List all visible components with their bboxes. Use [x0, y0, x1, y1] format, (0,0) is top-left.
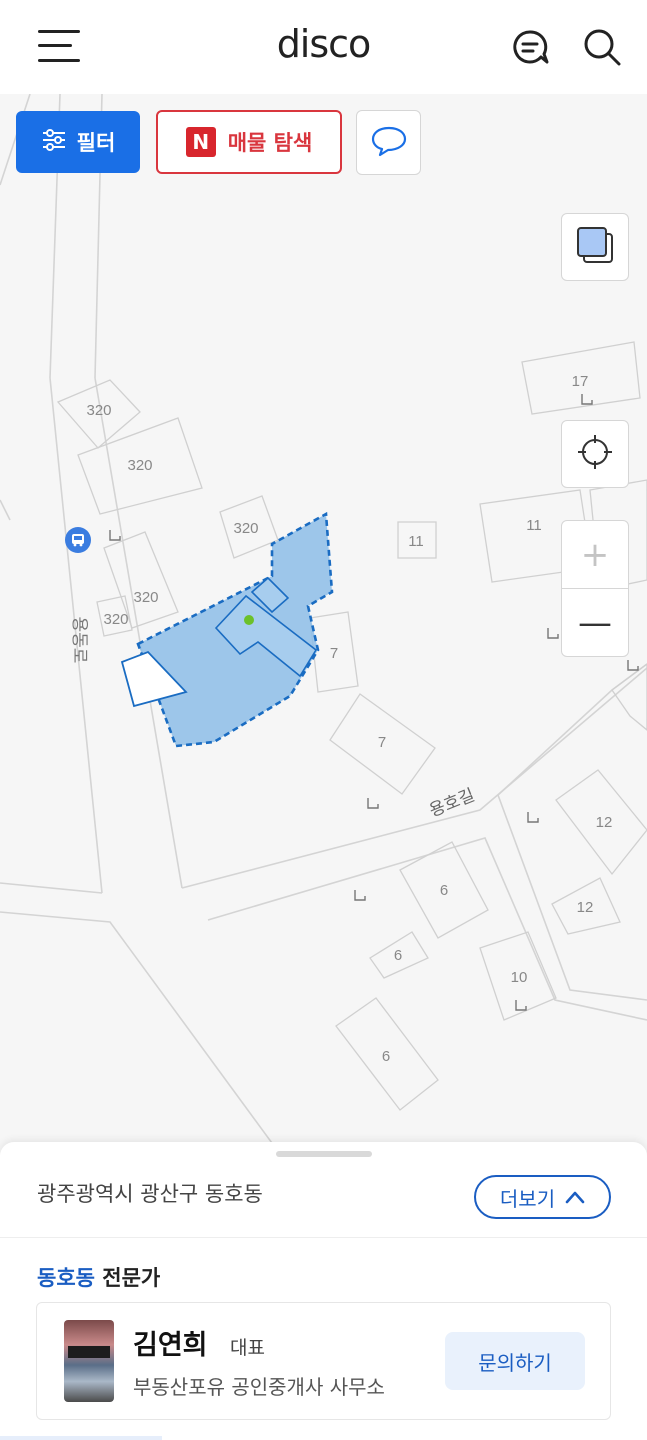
agent-office: 부동산포유 공인중개사 사무소 [133, 1375, 385, 1399]
section-title-rest: 전문가 [94, 1266, 161, 1290]
section-title: 동호동 전문가 [37, 1262, 160, 1292]
road-label-vertical: 용동로 [70, 617, 89, 664]
new-badge: N [185, 127, 216, 157]
lot-number: 320 [233, 520, 258, 537]
lot-number: 320 [127, 457, 152, 474]
zoom-out-button[interactable]: — [562, 589, 628, 657]
speech-bubble-icon [370, 125, 408, 161]
crosshair-icon [577, 434, 613, 474]
layers-icon [575, 225, 615, 269]
lot-number: 6 [394, 947, 402, 964]
lot-number: 17 [572, 373, 589, 390]
lot-number: 7 [330, 645, 338, 662]
lot-number: 11 [526, 517, 542, 534]
zoom-in-button[interactable]: + [562, 521, 628, 589]
zoom-controls: + — [561, 520, 629, 657]
bus-stop-icon[interactable] [65, 527, 91, 553]
listing-label: 매물 탐색 [227, 131, 313, 155]
divider [0, 1237, 647, 1238]
address-text: 광주광역시 광산구 동호동 [37, 1182, 263, 1206]
chat-icon[interactable] [511, 28, 549, 66]
more-label: 더보기 [499, 1186, 556, 1211]
agent-role: 대표 [230, 1337, 265, 1359]
app-logo[interactable]: disco [0, 22, 647, 66]
lot-number: 6 [382, 1048, 390, 1065]
layers-button[interactable] [561, 213, 629, 281]
my-location-button[interactable] [561, 420, 629, 488]
sliders-icon [41, 128, 67, 157]
comment-button[interactable] [356, 110, 421, 175]
lot-number: 10 [511, 969, 528, 986]
agent-card[interactable]: 김연희 대표 부동산포유 공인중개사 사무소 문의하기 [36, 1302, 611, 1420]
next-card-peek [0, 1436, 162, 1440]
agent-photo [64, 1320, 114, 1402]
lot-number: 320 [103, 611, 128, 628]
lot-number: 320 [133, 589, 158, 606]
bottom-sheet: 광주광역시 광산구 동호동 더보기 동호동 전문가 김연희 대표 부동산포유 공… [0, 1142, 647, 1440]
inquiry-button[interactable]: 문의하기 [445, 1332, 585, 1390]
lot-number: 12 [596, 814, 613, 831]
filter-label: 필터 [76, 131, 116, 155]
lot-number: 320 [86, 402, 111, 419]
filter-button[interactable]: 필터 [16, 111, 140, 173]
listing-search-button[interactable]: N 매물 탐색 [156, 110, 342, 174]
lot-number: 12 [577, 899, 594, 916]
search-icon[interactable] [583, 28, 621, 66]
sheet-drag-handle[interactable] [276, 1151, 372, 1157]
more-button[interactable]: 더보기 [474, 1175, 611, 1219]
chevron-up-icon [565, 1185, 585, 1209]
agent-name: 김연희 [133, 1330, 208, 1361]
lot-number: 7 [378, 734, 386, 751]
app-header: disco [0, 0, 647, 94]
map-canvas[interactable]: 320 320 320 320 320 11 11 17 7 7 6 6 6 1… [0, 94, 647, 1154]
lot-number: 6 [440, 882, 448, 899]
lot-number: 11 [408, 533, 424, 550]
section-title-highlight: 동호동 [37, 1266, 95, 1290]
road-label-bottom: 용호길 [427, 785, 478, 820]
